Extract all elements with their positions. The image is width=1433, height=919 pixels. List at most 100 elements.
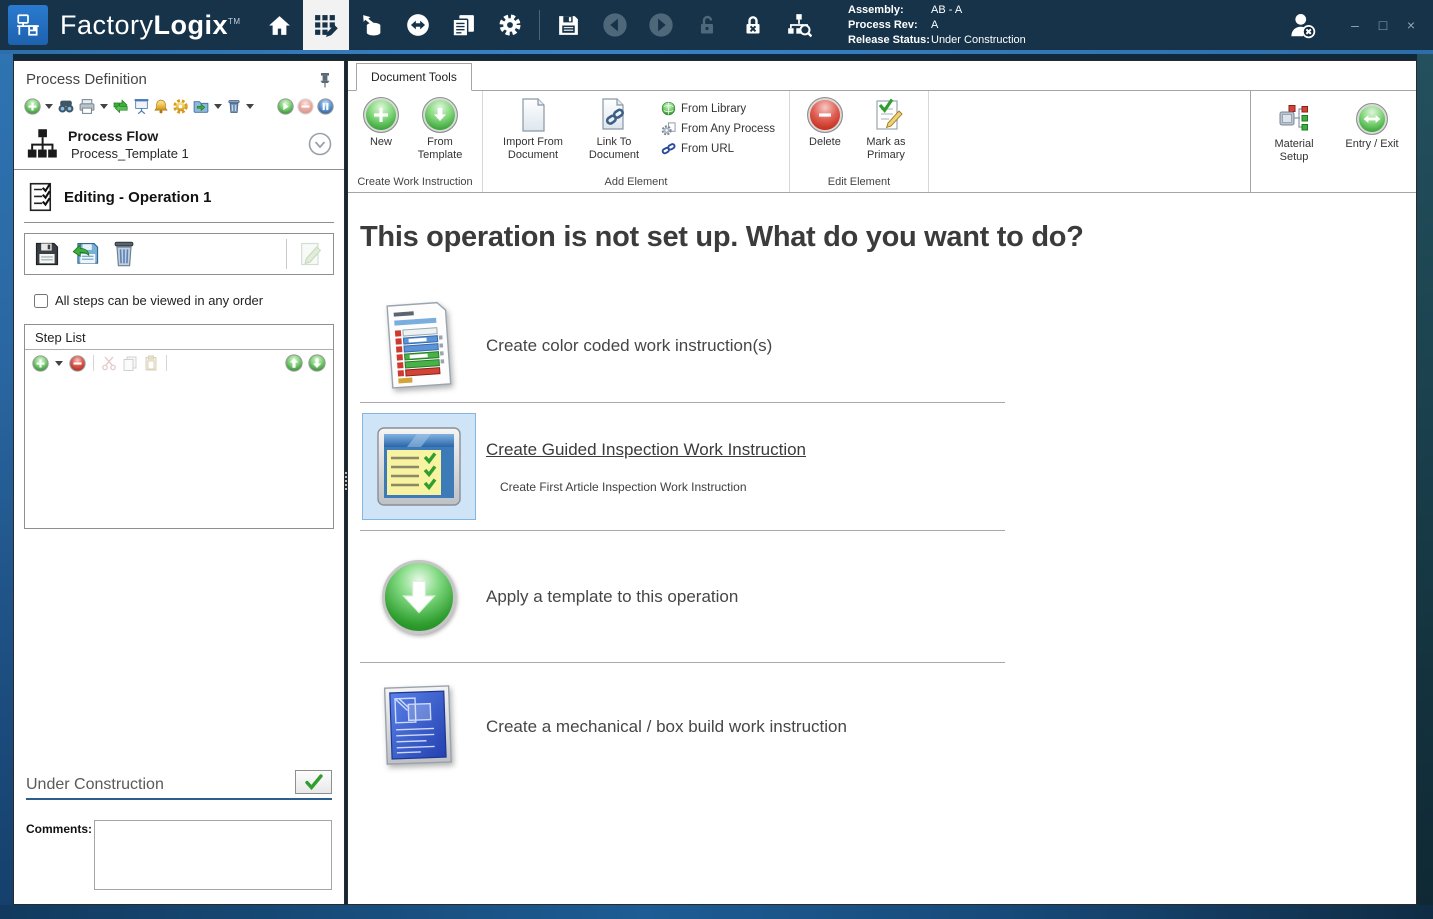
collapse-chevron-icon[interactable] xyxy=(308,132,332,156)
selected-option-highlight xyxy=(362,413,476,520)
guided-inspection-icon xyxy=(373,421,465,513)
back-icon[interactable] xyxy=(592,0,638,50)
first-article-inspection-link[interactable]: Create First Article Inspection Work Ins… xyxy=(500,480,806,494)
tab-document-tools[interactable]: Document Tools xyxy=(356,63,472,91)
delete-operation-trash-icon[interactable] xyxy=(111,240,137,268)
process-flow-row[interactable]: Process Flow Process_Template 1 xyxy=(14,121,344,169)
unlock-icon[interactable] xyxy=(684,0,730,50)
from-template-button[interactable]: From Template xyxy=(408,97,472,162)
maximize-button[interactable]: □ xyxy=(1371,13,1395,37)
brand-name: FactoryLogixTM xyxy=(60,10,241,41)
comments-input[interactable] xyxy=(94,820,332,890)
brand-factory: Factory xyxy=(60,10,154,40)
titlebar: FactoryLogixTM xyxy=(0,0,1433,50)
process-status-block: Assembly:AB - A Process Rev:A Release St… xyxy=(848,3,1026,48)
option-mechanical-box-build[interactable]: Create a mechanical / box build work ins… xyxy=(360,663,1005,791)
data-import-icon[interactable] xyxy=(349,0,395,50)
material-setup-button[interactable]: Material Setup xyxy=(1263,103,1325,192)
presentation-icon[interactable] xyxy=(133,98,150,115)
option-guided-inspection[interactable]: Create Guided Inspection Work Instructio… xyxy=(360,403,1005,531)
pin-icon[interactable] xyxy=(318,72,332,88)
add-dropdown-caret-icon[interactable] xyxy=(45,104,53,109)
option-apply-template[interactable]: Apply a template to this operation xyxy=(360,531,1005,663)
group-add-element: Import From Document Link To Document xyxy=(483,91,790,192)
delete-element-button[interactable]: Delete xyxy=(800,97,850,149)
from-url-item[interactable]: From URL xyxy=(661,141,775,156)
process-toolbar xyxy=(14,88,344,121)
window-frame-right xyxy=(1417,50,1433,919)
add-step-caret-icon[interactable] xyxy=(55,361,63,366)
setup-options-list: Create color coded work instruction(s) xyxy=(360,290,1005,791)
print-dropdown-caret-icon[interactable] xyxy=(100,104,108,109)
option-label: Apply a template to this operation xyxy=(486,587,738,607)
copy-disabled-icon xyxy=(122,355,138,371)
delete-minus-icon xyxy=(807,97,843,133)
user-logged-out-icon[interactable] xyxy=(1287,10,1317,40)
url-chain-icon xyxy=(661,141,676,156)
checklist-icon xyxy=(28,182,54,212)
link-to-document-button[interactable]: Link To Document xyxy=(577,97,651,162)
documents-icon[interactable] xyxy=(441,0,487,50)
comments-label: Comments: xyxy=(26,820,94,890)
group-label: Add Element xyxy=(483,176,789,192)
publish-dropdown-caret-icon[interactable] xyxy=(214,104,222,109)
window-controls: – □ × xyxy=(1287,0,1423,50)
find-icon[interactable] xyxy=(57,98,75,115)
settings-gear-gold-icon[interactable] xyxy=(172,98,189,115)
trash-dropdown-caret-icon[interactable] xyxy=(246,104,254,109)
import-from-document-button[interactable]: Import From Document xyxy=(493,97,573,162)
close-button[interactable]: × xyxy=(1399,13,1423,37)
move-step-up-icon[interactable] xyxy=(285,354,303,372)
remove-step-icon[interactable] xyxy=(69,355,86,372)
save-operation-icon[interactable] xyxy=(33,240,61,268)
template-down-arrow-icon xyxy=(422,97,458,133)
process-editor-grid-pencil-icon[interactable] xyxy=(303,0,349,50)
approve-release-button[interactable] xyxy=(295,770,332,794)
gear-icon[interactable] xyxy=(487,0,533,50)
release-state-title: Under Construction xyxy=(26,776,295,794)
panel-splitter-handle[interactable] xyxy=(345,472,347,490)
pause-icon[interactable] xyxy=(317,98,334,115)
process-flow-title: Process Flow xyxy=(68,128,308,144)
process-rev-value: A xyxy=(931,18,938,33)
cut-disabled-icon xyxy=(101,355,117,371)
reorder-operations-icon[interactable] xyxy=(112,98,130,115)
print-icon[interactable] xyxy=(78,98,96,115)
option-label: Create color coded work instruction(s) xyxy=(486,336,772,356)
new-work-instruction-button[interactable]: New xyxy=(358,97,404,149)
lock-x-icon[interactable] xyxy=(730,0,776,50)
any-order-checkbox[interactable] xyxy=(34,294,48,308)
notification-bell-icon[interactable] xyxy=(153,98,169,115)
minimize-button[interactable]: – xyxy=(1343,13,1367,37)
sync-icon[interactable] xyxy=(395,0,441,50)
save-icon[interactable] xyxy=(546,0,592,50)
home-icon[interactable] xyxy=(257,0,303,50)
save-and-close-icon[interactable] xyxy=(71,240,101,268)
brand-trademark: TM xyxy=(228,17,241,26)
add-operation-icon[interactable] xyxy=(24,98,41,115)
ribbon-empty-space xyxy=(929,91,1250,192)
material-setup-icon xyxy=(1278,103,1310,135)
process-search-icon[interactable] xyxy=(776,0,822,50)
remove-disabled-icon[interactable] xyxy=(297,98,314,115)
from-library-item[interactable]: From Library xyxy=(661,101,775,116)
release-underline xyxy=(26,798,332,800)
window-frame-left xyxy=(0,50,13,919)
step-list-empty-area[interactable] xyxy=(25,376,333,528)
guided-inspection-link[interactable]: Create Guided Inspection Work Instructio… xyxy=(486,440,806,460)
option-color-coded[interactable]: Create color coded work instruction(s) xyxy=(360,290,1005,403)
edit-disabled-icon xyxy=(297,240,325,268)
move-step-down-icon[interactable] xyxy=(308,354,326,372)
from-any-process-item[interactable]: From Any Process xyxy=(661,121,775,136)
application-window: FactoryLogixTM xyxy=(0,0,1433,919)
operation-setup-content: This operation is not set up. What do yo… xyxy=(348,221,1416,791)
forward-icon[interactable] xyxy=(638,0,684,50)
step-list-toolbar xyxy=(25,350,333,376)
add-step-icon[interactable] xyxy=(32,355,49,372)
entry-exit-button[interactable]: Entry / Exit xyxy=(1339,103,1405,192)
delete-trash-icon[interactable] xyxy=(226,98,242,115)
go-live-icon[interactable] xyxy=(277,98,294,115)
factorylogix-logo-icon xyxy=(8,5,48,45)
publish-folder-icon[interactable] xyxy=(192,98,210,115)
mark-as-primary-button[interactable]: Mark as Primary xyxy=(854,97,918,162)
